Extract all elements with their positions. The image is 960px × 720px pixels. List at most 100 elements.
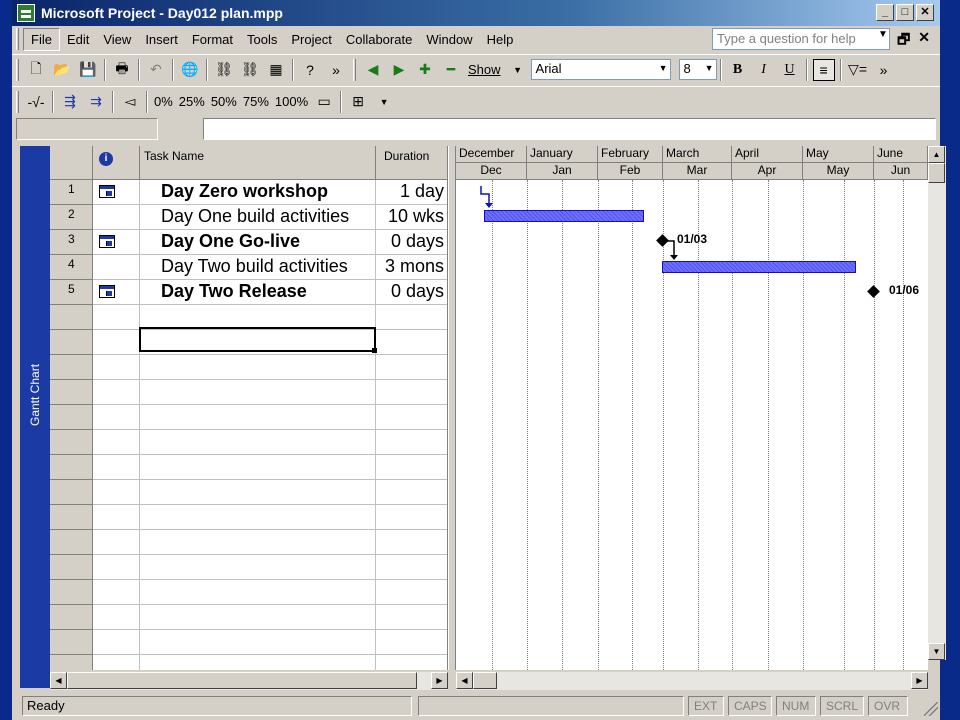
entry-field-input[interactable] [203,118,936,140]
duration-cell[interactable] [376,405,447,430]
minimize-button[interactable]: _ [876,4,894,21]
indicator-cell[interactable] [93,530,140,555]
pane-split-bar[interactable] [448,146,456,670]
add-progress-line-icon[interactable]: ◅ [119,91,141,113]
duration-cell[interactable] [376,380,447,405]
unlink-tasks-icon[interactable]: ⛓ [239,59,261,81]
show-dropdown-arrow-icon[interactable]: ▼ [507,59,529,81]
indicator-cell[interactable] [93,455,140,480]
indicator-cell[interactable] [93,230,140,255]
duration-cell[interactable] [376,580,447,605]
row-header[interactable]: 5 [50,280,93,305]
show-dropdown-button[interactable]: Show [464,62,505,77]
menu-view[interactable]: View [96,29,138,50]
percent-complete-0-button[interactable]: 0% [154,94,173,109]
help-question-input[interactable]: Type a question for help [712,28,890,50]
scroll-down-icon[interactable]: ▼ [928,643,945,660]
split-task-icon[interactable]: ▦ [265,59,287,81]
project-statistics-icon[interactable]: -√- [25,91,47,113]
indicator-cell[interactable] [93,330,140,355]
font-name-select[interactable]: Arial ▼ [530,59,671,80]
row-header[interactable] [50,330,93,355]
duration-cell[interactable] [376,655,447,670]
font-size-select[interactable]: 8 ▼ [678,59,717,80]
restore-document-icon[interactable]: 🗗 [897,29,910,53]
workgroup-icon[interactable]: ⊞ [347,91,369,113]
toolbar-grip[interactable] [16,58,19,81]
undo-icon[interactable]: ↶ [145,59,167,81]
row-header[interactable] [50,580,93,605]
scroll-left-icon[interactable]: ◀ [456,672,473,689]
toolbar-grip[interactable] [16,90,19,113]
row-header[interactable] [50,505,93,530]
arrow-left-icon[interactable]: ◀ [362,59,384,81]
task-name-cell[interactable] [140,355,376,380]
toolbar-options-icon[interactable]: » [325,59,347,81]
percent-complete-50-button[interactable]: 50% [211,94,237,109]
task-bar-day-two-build[interactable] [662,261,856,273]
task-name-cell[interactable]: Day Two Release [140,280,376,305]
percent-complete-75-button[interactable]: 75% [243,94,269,109]
indicator-cell[interactable] [93,280,140,305]
task-name-cell[interactable] [140,480,376,505]
gantt-scroll-thumb[interactable] [473,672,497,689]
row-header[interactable]: 4 [50,255,93,280]
sheet-scroll-thumb[interactable] [67,672,417,689]
close-document-icon[interactable]: ✕ [918,29,930,53]
duration-cell[interactable] [376,355,447,380]
duration-cell[interactable] [376,530,447,555]
duration-cell[interactable] [376,455,447,480]
menu-tools[interactable]: Tools [240,29,284,50]
task-name-cell[interactable]: Day Two build activities [140,255,376,280]
bold-icon[interactable]: B [727,59,749,81]
duration-cell[interactable]: 10 wks [376,205,447,230]
task-name-cell[interactable] [140,530,376,555]
toolbar-grip[interactable] [353,58,356,81]
menu-edit[interactable]: Edit [60,29,96,50]
link-tasks-icon[interactable]: ⛓ [213,59,235,81]
task-name-cell[interactable] [140,430,376,455]
row-header[interactable] [50,305,93,330]
indicator-cell[interactable] [93,180,140,205]
sheet-horizontal-scrollbar[interactable]: ◀ ▶ [50,672,448,690]
duration-cell[interactable] [376,505,447,530]
maximize-button[interactable]: □ [896,4,914,21]
row-header[interactable] [50,355,93,380]
scroll-right-icon[interactable]: ▶ [911,672,928,689]
indicator-cell[interactable] [93,605,140,630]
align-left-icon[interactable]: ≡ [812,58,835,81]
task-name-cell[interactable] [140,605,376,630]
task-bar-day-one-build[interactable] [484,210,644,222]
vertical-scrollbar[interactable]: ▲ ▼ [928,146,946,660]
duration-cell[interactable] [376,430,447,455]
task-name-cell[interactable] [140,630,376,655]
new-document-icon[interactable]: 🗋 [25,59,47,81]
select-all-header[interactable] [50,146,93,180]
row-header[interactable] [50,555,93,580]
row-header[interactable] [50,455,93,480]
task-name-cell[interactable] [140,580,376,605]
duration-cell[interactable] [376,305,447,330]
view-bar[interactable]: Gantt Chart [20,146,50,688]
close-button[interactable]: ✕ [916,4,934,21]
indicator-cell[interactable] [93,655,140,670]
task-name-column-header[interactable]: Task Name [140,146,376,180]
duration-cell[interactable] [376,605,447,630]
percent-complete-100-button[interactable]: 100% [275,94,308,109]
row-header[interactable] [50,530,93,555]
plus-icon[interactable]: ✚ [414,59,436,81]
task-name-cell[interactable] [140,455,376,480]
print-icon[interactable]: 🖶 [111,59,133,81]
indicator-cell[interactable] [93,630,140,655]
underline-icon[interactable]: U [779,59,801,81]
menu-window[interactable]: Window [419,29,479,50]
menu-insert[interactable]: Insert [138,29,185,50]
duration-cell[interactable]: 0 days [376,280,447,305]
indicator-cell[interactable] [93,430,140,455]
indicator-cell[interactable] [93,255,140,280]
row-header[interactable] [50,405,93,430]
arrow-right-icon[interactable]: ▶ [388,59,410,81]
filter-icon[interactable]: ▽= [847,59,869,81]
row-header[interactable] [50,655,93,670]
indicator-cell[interactable] [93,405,140,430]
